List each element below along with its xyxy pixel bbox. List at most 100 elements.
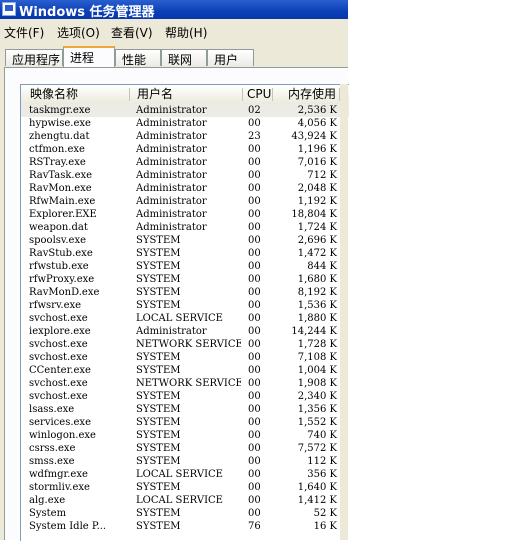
process-row[interactable]: System SYSTEM 00 52 K	[21, 507, 349, 520]
process-memory: 1,552 K	[297, 417, 337, 428]
tab-networking[interactable]: 联网	[161, 49, 207, 67]
process-name: Explorer.EXE	[29, 209, 97, 220]
menu-file[interactable]: 文件(F)	[4, 24, 44, 41]
process-row[interactable]: weapon.dat Administrator 00 1,724 K	[21, 221, 349, 234]
process-row[interactable]: zhengtu.dat Administrator 23 43,924 K	[21, 130, 349, 143]
process-cpu: 00	[248, 495, 261, 506]
process-row[interactable]: hypwise.exe Administrator 00 4,056 K	[21, 117, 349, 130]
process-name: lsass.exe	[29, 404, 75, 415]
process-user: LOCAL SERVICE	[136, 495, 223, 506]
process-memory: 2,696 K	[297, 235, 337, 246]
process-row[interactable]: svchost.exe SYSTEM 00 2,340 K	[21, 390, 349, 403]
process-name: svchost.exe	[29, 352, 88, 363]
process-row[interactable]: iexplore.exe Administrator 00 14,244 K	[21, 325, 349, 338]
column-header-memory[interactable]: 内存使用	[288, 85, 336, 104]
process-name: iexplore.exe	[29, 326, 91, 337]
process-user: Administrator	[136, 222, 207, 233]
process-row[interactable]: RSTray.exe Administrator 00 7,016 K	[21, 156, 349, 169]
title-bar[interactable]: Windows 任务管理器	[0, 0, 348, 20]
tab-processes[interactable]: 进程	[63, 46, 115, 67]
process-row[interactable]: rfwstub.exe SYSTEM 00 844 K	[21, 260, 349, 273]
process-cpu: 00	[248, 235, 261, 246]
process-name: rfwsrv.exe	[29, 300, 82, 311]
window-title: Windows 任务管理器	[19, 5, 155, 20]
process-name: hypwise.exe	[29, 118, 91, 129]
process-row[interactable]: CCenter.exe SYSTEM 00 1,004 K	[21, 364, 349, 377]
process-row[interactable]: svchost.exe SYSTEM 00 7,108 K	[21, 351, 349, 364]
process-row[interactable]: spoolsv.exe SYSTEM 00 2,696 K	[21, 234, 349, 247]
process-user: SYSTEM	[136, 391, 181, 402]
process-user: SYSTEM	[136, 352, 181, 363]
process-memory: 1,680 K	[297, 274, 337, 285]
process-user: SYSTEM	[136, 456, 181, 467]
process-cpu: 23	[248, 131, 261, 142]
process-row[interactable]: RavStub.exe SYSTEM 00 1,472 K	[21, 247, 349, 260]
tab-applications[interactable]: 应用程序	[5, 49, 63, 67]
process-row[interactable]: RavTask.exe Administrator 00 712 K	[21, 169, 349, 182]
process-memory: 2,340 K	[297, 391, 337, 402]
window-right-edge	[340, 84, 348, 540]
tab-performance[interactable]: 性能	[115, 49, 161, 67]
process-row[interactable]: rfwsrv.exe SYSTEM 00 1,536 K	[21, 299, 349, 312]
process-user: Administrator	[136, 118, 207, 129]
column-header-image-name[interactable]: 映像名称	[30, 85, 78, 104]
menu-view[interactable]: 查看(V)	[111, 24, 153, 41]
column-header-cpu[interactable]: CPU	[247, 85, 271, 104]
process-name: spoolsv.exe	[29, 235, 87, 246]
process-user: SYSTEM	[136, 417, 181, 428]
process-list[interactable]: 映像名称 用户名 CPU 内存使用 taskmgr.exe Administrat…	[20, 84, 349, 541]
process-memory: 712 K	[307, 170, 337, 181]
process-cpu: 00	[248, 391, 261, 402]
process-cpu: 76	[248, 521, 261, 532]
process-row[interactable]: taskmgr.exe Administrator 02 2,536 K	[21, 104, 349, 117]
process-user: Administrator	[136, 183, 207, 194]
process-cpu: 00	[248, 300, 261, 311]
process-row[interactable]: svchost.exe LOCAL SERVICE 00 1,880 K	[21, 312, 349, 325]
process-user: SYSTEM	[136, 261, 181, 272]
process-row[interactable]: Explorer.EXE Administrator 00 18,804 K	[21, 208, 349, 221]
column-divider[interactable]	[242, 88, 243, 101]
process-cpu: 00	[248, 378, 261, 389]
tab-users[interactable]: 用户	[207, 49, 254, 67]
process-memory: 112 K	[307, 456, 337, 467]
process-row[interactable]: RavMonD.exe SYSTEM 00 8,192 K	[21, 286, 349, 299]
process-row[interactable]: RavMon.exe Administrator 00 2,048 K	[21, 182, 349, 195]
process-row[interactable]: alg.exe LOCAL SERVICE 00 1,412 K	[21, 494, 349, 507]
process-memory: 7,016 K	[297, 157, 337, 168]
process-row[interactable]: ctfmon.exe Administrator 00 1,196 K	[21, 143, 349, 156]
menu-options[interactable]: 选项(O)	[57, 24, 100, 41]
process-user: Administrator	[136, 131, 207, 142]
menu-help[interactable]: 帮助(H)	[165, 24, 207, 41]
process-row[interactable]: System Idle P... SYSTEM 76 16 K	[21, 520, 349, 533]
process-user: Administrator	[136, 157, 207, 168]
process-name: zhengtu.dat	[29, 131, 90, 142]
process-name: RavMonD.exe	[29, 287, 100, 298]
column-divider[interactable]	[129, 88, 130, 101]
process-memory: 1,192 K	[297, 196, 337, 207]
process-row[interactable]: stormliv.exe SYSTEM 00 1,640 K	[21, 481, 349, 494]
column-header-user-name[interactable]: 用户名	[137, 85, 173, 104]
process-cpu: 00	[248, 118, 261, 129]
process-user: LOCAL SERVICE	[136, 313, 223, 324]
process-row[interactable]: svchost.exe NETWORK SERVICE 00 1,908 K	[21, 377, 349, 390]
process-row[interactable]: smss.exe SYSTEM 00 112 K	[21, 455, 349, 468]
process-name: wdfmgr.exe	[29, 469, 88, 480]
process-row[interactable]: winlogon.exe SYSTEM 00 740 K	[21, 429, 349, 442]
process-row[interactable]: rfwProxy.exe SYSTEM 00 1,680 K	[21, 273, 349, 286]
process-memory: 1,196 K	[297, 144, 337, 155]
process-row[interactable]: wdfmgr.exe LOCAL SERVICE 00 356 K	[21, 468, 349, 481]
process-cpu: 00	[248, 508, 261, 519]
process-user: LOCAL SERVICE	[136, 469, 223, 480]
process-cpu: 00	[248, 287, 261, 298]
process-row[interactable]: csrss.exe SYSTEM 00 7,572 K	[21, 442, 349, 455]
process-row[interactable]: lsass.exe SYSTEM 00 1,356 K	[21, 403, 349, 416]
tab-strip: 应用程序 进程 性能 联网 用户	[0, 46, 348, 68]
process-name: smss.exe	[29, 456, 75, 467]
process-row[interactable]: RfwMain.exe Administrator 00 1,192 K	[21, 195, 349, 208]
process-memory: 16 K	[313, 521, 337, 532]
process-cpu: 00	[248, 313, 261, 324]
process-row[interactable]: svchost.exe NETWORK SERVICE 00 1,728 K	[21, 338, 349, 351]
process-row[interactable]: services.exe SYSTEM 00 1,552 K	[21, 416, 349, 429]
process-user: SYSTEM	[136, 248, 181, 259]
column-divider[interactable]	[272, 88, 273, 101]
